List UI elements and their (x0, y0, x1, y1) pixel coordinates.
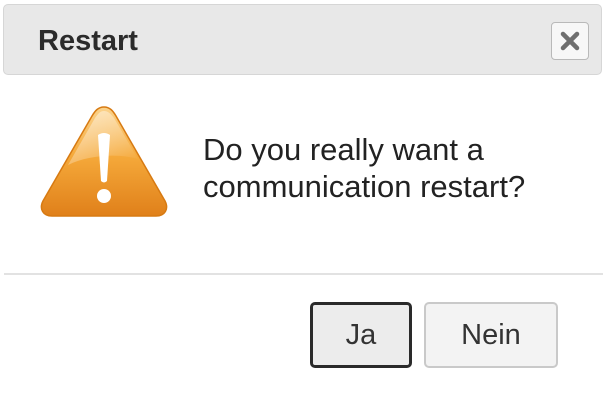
dialog-title: Restart (38, 25, 138, 57)
close-icon (559, 30, 581, 52)
message-line-2: communication restart? (203, 169, 526, 204)
divider (4, 273, 603, 275)
warning-triangle-icon (38, 103, 170, 219)
dialog-message: Do you really want a communication resta… (203, 131, 525, 205)
message-line-1: Do you really want a (203, 132, 484, 167)
restart-dialog: Restart Do you really want a communicati… (0, 0, 607, 405)
no-button[interactable]: Nein (424, 302, 558, 368)
yes-button[interactable]: Ja (310, 302, 412, 368)
close-button[interactable] (551, 22, 589, 60)
dialog-titlebar: Restart (3, 4, 602, 75)
